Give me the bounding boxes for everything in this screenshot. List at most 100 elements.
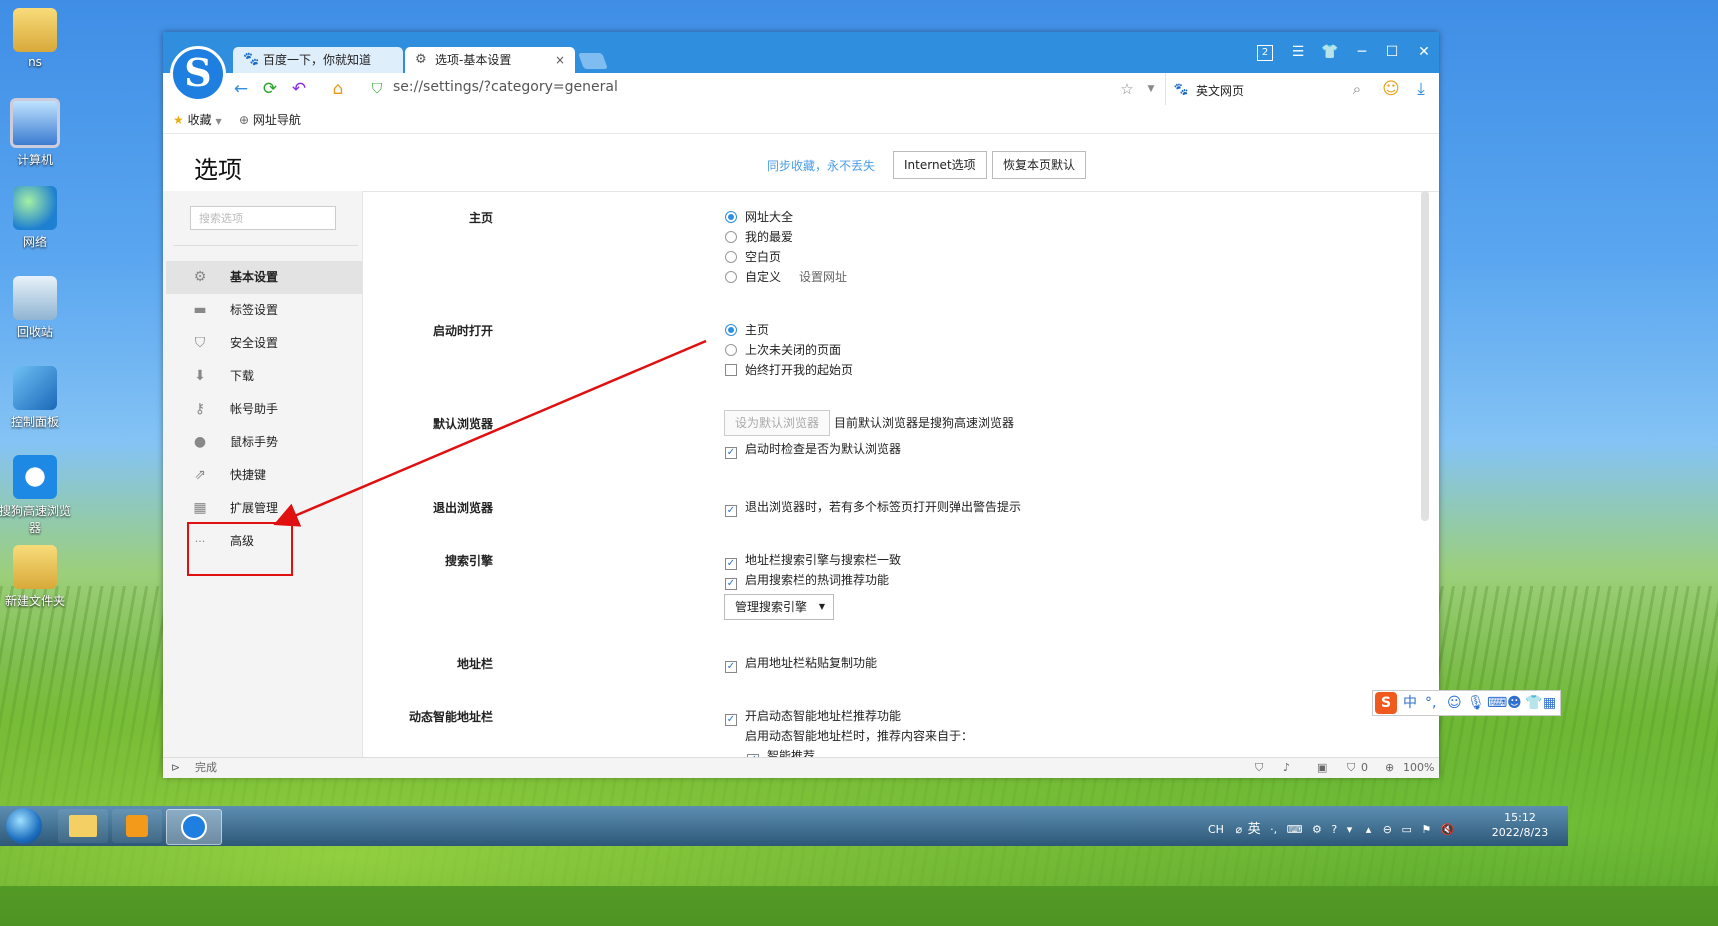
download-icon[interactable]: ⤓	[1409, 77, 1433, 101]
undo-close-icon[interactable]: ↶	[287, 77, 311, 101]
tray-settings-icon[interactable]: ⚙	[1312, 823, 1322, 836]
site-navigation-link[interactable]: ⊕ 网址导航	[239, 111, 301, 128]
back-icon[interactable]: ←	[229, 77, 253, 101]
radio-homepage-custom[interactable]: 自定义	[725, 268, 781, 286]
radio-homepage-portal[interactable]: 网址大全	[725, 208, 793, 226]
skin-icon[interactable]: 👕	[1525, 691, 1542, 715]
window-count-badge[interactable]: 2	[1257, 45, 1273, 61]
volume-icon[interactable]: ♪	[1283, 758, 1290, 778]
set-default-browser-button[interactable]: 设为默认浏览器	[724, 410, 831, 436]
manage-search-engines-button[interactable]: 管理搜索引擎 ▼	[724, 594, 834, 620]
title-bar: 🐾 百度一下，你就知道 ⚙ 选项-基本设置 × 2 ☰ 👕 ─ ☐ ✕	[163, 32, 1439, 73]
ad-block-icon[interactable]: ⛉	[1347, 758, 1355, 778]
desktop-icon-recycle-bin[interactable]: 回收站	[0, 276, 75, 340]
checkbox-smart-recommend[interactable]: ✓智能推荐	[747, 747, 815, 757]
tray-keyboard-icon[interactable]: ⌨	[1287, 823, 1303, 836]
desktop-icon-computer[interactable]: 计算机	[0, 98, 75, 168]
menu-icon[interactable]: ☰	[1287, 42, 1309, 62]
sidebar-item-security[interactable]: ⛉ 安全设置	[166, 327, 362, 360]
checkbox-warn-multiple-tabs[interactable]: ✓ 退出浏览器时，若有多个标签页打开则弹出警告提示	[725, 498, 1021, 517]
radio-homepage-blank[interactable]: 空白页	[725, 248, 781, 266]
tray-punctuation-icon[interactable]: ·,	[1270, 823, 1277, 836]
checkbox-smart-address-bar[interactable]: ✓ 开启动态智能地址栏推荐功能	[725, 707, 901, 726]
refresh-icon[interactable]: ⟳	[258, 77, 282, 101]
ime-toolbar[interactable]: S 中 °, ☺ 🎙 ⌨ ☻ 👕 ▦	[1372, 690, 1561, 716]
new-tab-button[interactable]	[578, 53, 608, 69]
internet-options-button[interactable]: Internet选项	[893, 151, 987, 179]
display-icon[interactable]: ▭	[1401, 823, 1411, 836]
grid-icon[interactable]: ▦	[1543, 691, 1556, 715]
sidebar-item-download[interactable]: ⬇ 下载	[166, 360, 362, 393]
start-button[interactable]	[6, 808, 42, 844]
desktop-icon-network[interactable]: 网络	[0, 186, 75, 250]
tab-settings[interactable]: ⚙ 选项-基本设置 ×	[405, 47, 575, 73]
sidebar-toggle-icon[interactable]: ⊳	[171, 758, 180, 778]
secure-shield-icon: ⛉	[371, 81, 383, 97]
keyboard-icon[interactable]: ⌨	[1487, 691, 1507, 715]
ime-tray-mode[interactable]: 英	[1248, 822, 1261, 837]
shield-icon[interactable]: ⛉	[1255, 758, 1263, 778]
set-url-link[interactable]: 设置网址	[799, 268, 847, 286]
emoji-icon[interactable]: ☺	[1447, 691, 1462, 715]
checkbox-always-open-start[interactable]: 始终打开我的起始页	[725, 361, 853, 379]
sidebar-item-shortcuts[interactable]: ⇗ 快捷键	[166, 459, 362, 492]
checkbox-sync-search-engine[interactable]: ✓ 地址栏搜索引擎与搜索栏一致	[725, 551, 901, 570]
ime-tray-icon[interactable]: ⌀	[1235, 823, 1242, 836]
volume-muted-icon[interactable]: 🔇	[1441, 823, 1455, 836]
tab-baidu[interactable]: 🐾 百度一下，你就知道	[233, 47, 403, 73]
ime-mode[interactable]: 中	[1403, 691, 1417, 715]
star-icon[interactable]: ☆	[1115, 77, 1139, 101]
taskbar-media-player[interactable]	[112, 809, 162, 843]
close-icon[interactable]: ✕	[1413, 42, 1435, 62]
scrollbar[interactable]	[1421, 191, 1429, 521]
zoom-level[interactable]: 100%	[1403, 758, 1434, 778]
language-indicator[interactable]: CH	[1208, 823, 1224, 836]
favorites-menu[interactable]: ★ 收藏 ▼	[173, 111, 222, 128]
radio-homepage-favorites[interactable]: 我的最爱	[725, 228, 793, 246]
restore-defaults-button[interactable]: 恢复本页默认	[992, 151, 1087, 179]
desktop-icon-ns[interactable]: ns	[0, 8, 75, 69]
sidebar-item-tabs[interactable]: ▬ 标签设置	[166, 294, 362, 327]
address-bar[interactable]: se://settings/?category=general	[393, 79, 618, 95]
sidebar-item-basic[interactable]: ⚙ 基本设置	[166, 261, 362, 294]
clock[interactable]: 15:12 2022/8/23	[1487, 810, 1553, 840]
skin-icon[interactable]: 👕	[1319, 42, 1341, 62]
chevron-down-icon[interactable]: ▾	[1347, 823, 1353, 836]
microphone-icon[interactable]: 🎙	[1467, 691, 1485, 715]
sync-link[interactable]: 同步收藏，永不丢失	[767, 157, 875, 174]
checkbox-hot-words[interactable]: ✓ 启用搜索栏的热词推荐功能	[725, 571, 889, 590]
sidebar-item-account[interactable]: ⚷ 帐号助手	[166, 393, 362, 426]
smiley-icon[interactable]: ☺	[1379, 77, 1403, 101]
network-tray-icon[interactable]: ⊖	[1383, 823, 1392, 836]
search-icon[interactable]: ⌕	[1345, 77, 1369, 101]
option-label: 自定义	[745, 270, 782, 284]
punctuation-icon[interactable]: °,	[1425, 691, 1436, 715]
checkbox-paste-copy[interactable]: ✓ 启用地址栏粘贴复制功能	[725, 654, 877, 673]
desktop-icon-control-panel[interactable]: 控制面板	[0, 366, 75, 430]
sidebar-item-extensions[interactable]: ▦ 扩展管理	[166, 492, 362, 525]
taskbar-sogou-browser[interactable]	[166, 809, 222, 845]
search-options-input[interactable]: 搜索选项	[190, 206, 336, 230]
help-icon[interactable]: ?	[1331, 823, 1337, 836]
user-icon[interactable]: ☻	[1507, 691, 1522, 715]
radio-startup-last-session[interactable]: 上次未关闭的页面	[725, 341, 841, 359]
desktop-icon-new-folder[interactable]: 新建文件夹	[0, 545, 75, 609]
zoom-icon[interactable]: ⊕	[1385, 758, 1394, 778]
desktop-icon-sogou-browser[interactable]: 搜狗高速浏览器	[0, 455, 75, 536]
maximize-icon[interactable]: ☐	[1381, 42, 1403, 62]
search-box[interactable]: 英文网页	[1196, 82, 1244, 99]
sidebar-item-mouse-gestures[interactable]: ● 鼠标手势	[166, 426, 362, 459]
flag-icon[interactable]: ⚑	[1421, 823, 1431, 836]
sogou-logo[interactable]: S	[170, 46, 226, 102]
smart-address-bar-hint: 启用动态智能地址栏时，推荐内容来自于：	[745, 729, 974, 743]
chevron-down-icon[interactable]: ▼	[1139, 77, 1163, 101]
taskbar-explorer[interactable]	[58, 809, 108, 843]
network-icon	[13, 186, 57, 230]
show-hidden-icon[interactable]: ▴	[1366, 823, 1372, 836]
screenshot-icon[interactable]: ▣	[1317, 758, 1327, 778]
radio-startup-homepage[interactable]: 主页	[725, 321, 769, 339]
checkbox-check-default-on-start[interactable]: ✓ 启动时检查是否为默认浏览器	[725, 440, 901, 459]
minimize-icon[interactable]: ─	[1351, 42, 1373, 62]
home-icon[interactable]: ⌂	[326, 77, 350, 101]
tab-close-icon[interactable]: ×	[555, 47, 565, 73]
